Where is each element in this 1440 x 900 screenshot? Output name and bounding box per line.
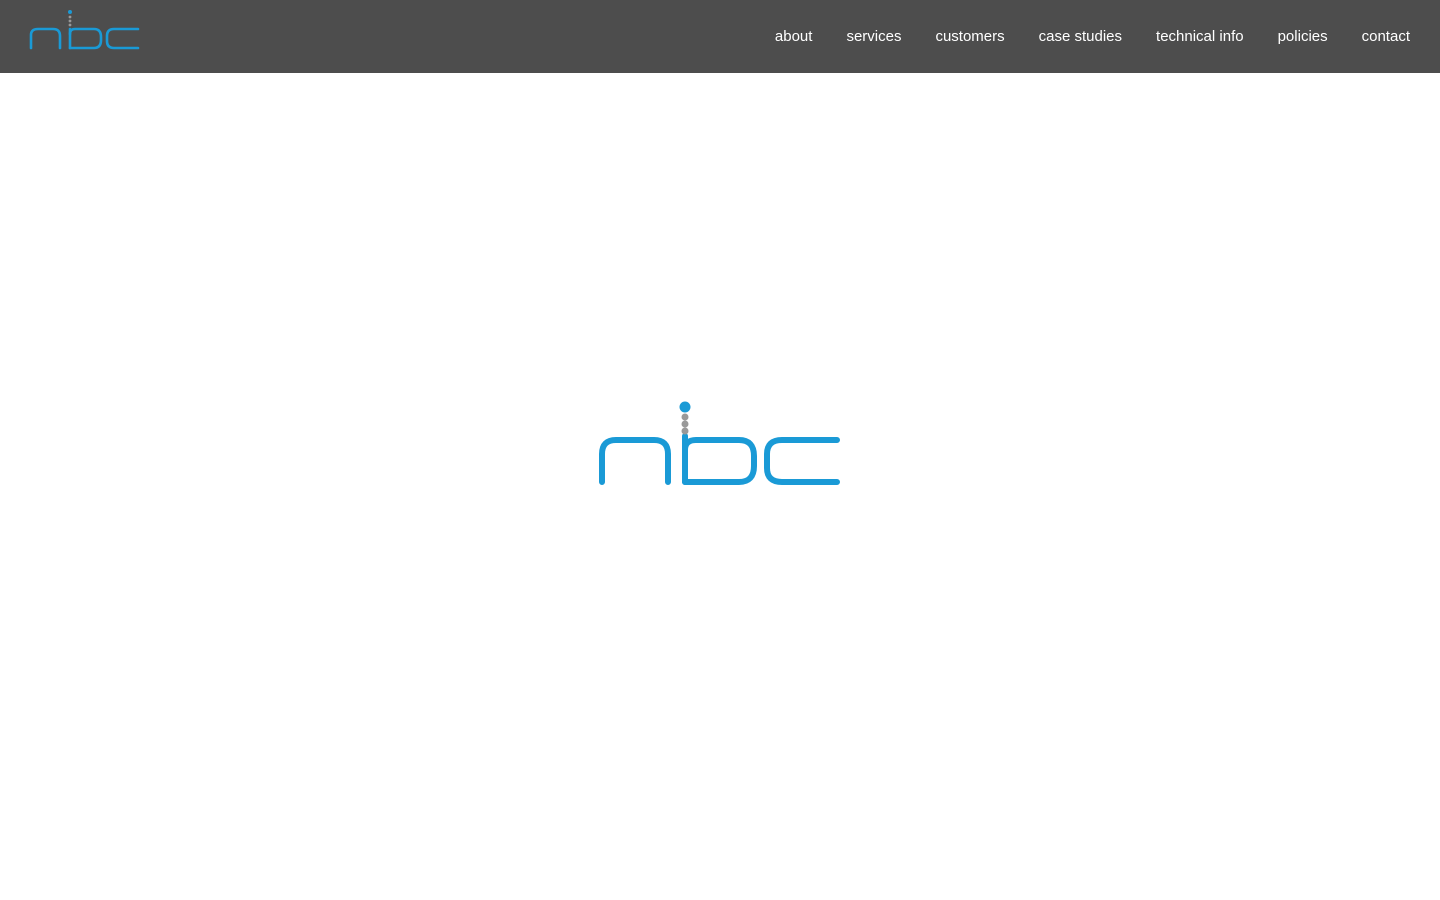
site-header: about services customers case studies te… [0,0,1440,73]
main-nav: about services customers case studies te… [758,0,1427,73]
nav-technical-info[interactable]: technical info [1139,0,1261,73]
nav-contact[interactable]: contact [1345,0,1427,73]
nav-customers[interactable]: customers [918,0,1021,73]
nbc-logo[interactable] [28,9,142,51]
nav-about[interactable]: about [758,0,830,73]
nav-services[interactable]: services [829,0,918,73]
hero-nbc-logo [599,401,840,485]
nav-case-studies[interactable]: case studies [1022,0,1139,73]
nav-policies[interactable]: policies [1261,0,1345,73]
